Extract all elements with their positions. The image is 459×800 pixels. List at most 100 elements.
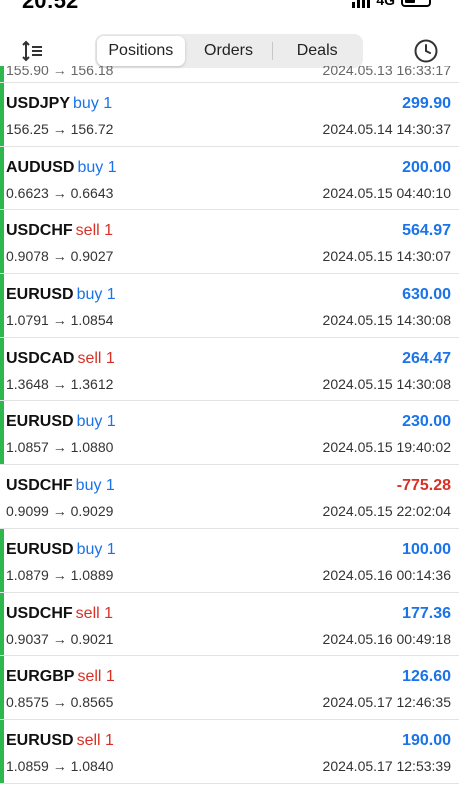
deal-profit: 200.00	[402, 158, 451, 176]
deal-symbol: EURUSD buy 1	[6, 286, 116, 304]
list-item[interactable]: EURGBP sell 1 0.8575 → 0.8565 126.60 2024.05…	[0, 656, 459, 720]
deal-prices: 0.8575 → 0.8565	[6, 694, 114, 711]
deal-side: buy 1	[73, 95, 113, 112]
list-item[interactable]: USDCHF sell 1 0.9078 → 0.9027 564.97 2024.05…	[0, 210, 459, 275]
list-item[interactable]: USDCAD sell 1 1.3648 → 1.3612 264.47 2024.05…	[0, 337, 459, 402]
symbol-label: AUDUSD	[6, 158, 75, 176]
deal-side: sell 1	[76, 731, 114, 749]
list-item[interactable]: USDJPY buy 1 156.25 → 156.72 299.90 2024.05.…	[0, 83, 459, 147]
deal-time: 2024.05.17 12:53:39	[322, 757, 451, 774]
row-indicator	[0, 146, 4, 210]
row-indicator	[0, 83, 4, 146]
deal-symbol: USDCHF sell 1	[6, 222, 113, 240]
deal-side: buy 1	[76, 413, 116, 431]
deal-symbol: EURGBP sell 1	[6, 668, 115, 686]
network-label: 4G	[376, 0, 395, 8]
deals-list: 155.90 → 156.18 2024.05.13 16:33:17 USDJ…	[0, 66, 459, 800]
deal-time: 2024.05.15 04:40:10	[322, 184, 451, 201]
row-indicator	[0, 656, 4, 719]
deal-profit: 190.00	[402, 731, 451, 749]
deal-side: sell 1	[75, 222, 114, 240]
row-indicator	[0, 337, 4, 401]
deal-side: sell 1	[77, 668, 115, 686]
signal-icon	[352, 0, 371, 8]
deal-side: buy 1	[77, 158, 117, 176]
list-item[interactable]: EURUSD buy 1 1.0791 → 1.0854 630.00 2024.05.…	[0, 274, 459, 338]
deal-side: buy 1	[76, 286, 116, 304]
deal-time: 2024.05.16 00:49:18	[322, 630, 451, 647]
row-indicator	[0, 592, 4, 656]
status-time: 20:52	[22, 0, 79, 13]
sort-icon[interactable]	[20, 38, 46, 64]
row-indicator	[0, 528, 4, 592]
battery-icon	[401, 0, 431, 7]
deal-profit: 630.00	[402, 286, 451, 304]
deal-profit: 177.36	[402, 604, 451, 622]
history-clock-icon[interactable]	[413, 38, 439, 64]
list-item[interactable]: EURUSD buy 1 1.0857 → 1.0880 230.00 2024.05.…	[0, 401, 459, 466]
deal-symbol: EURUSD sell 1	[6, 732, 114, 750]
deal-prices: 0.9037 → 0.9021	[6, 630, 114, 647]
deal-prices: 1.0791 → 1.0854	[6, 312, 114, 329]
row-indicator	[0, 465, 4, 528]
status-bar: 20:52 4G	[0, 0, 459, 14]
tab-switcher: Positions Orders Deals	[95, 34, 363, 68]
deal-profit: 299.90	[402, 95, 451, 112]
symbol-label: EURUSD	[6, 731, 74, 749]
row-indicator	[0, 274, 4, 337]
deal-time: 2024.05.15 14:30:08	[322, 312, 451, 329]
deal-symbol: AUDUSD buy 1	[6, 159, 117, 177]
symbol-label: USDCHF	[6, 477, 73, 495]
deal-side: buy 1	[76, 540, 116, 558]
deal-prices: 155.90 → 156.18	[6, 66, 114, 78]
deal-prices: 1.3648 → 1.3612	[6, 375, 114, 392]
deal-profit: -775.28	[396, 477, 451, 495]
list-item[interactable]: EURUSD buy 1 1.0879 → 1.0889 100.00 2024.05.…	[0, 528, 459, 593]
deal-profit: 564.97	[402, 222, 451, 240]
deal-symbol: EURUSD buy 1	[6, 413, 116, 431]
row-indicator	[0, 210, 4, 274]
deal-profit: 100.00	[402, 540, 451, 558]
deal-time: 2024.05.15 14:30:08	[322, 375, 451, 392]
symbol-label: USDCHF	[6, 604, 73, 622]
status-indicators: 4G	[352, 0, 431, 8]
row-indicator	[0, 66, 4, 82]
deal-time: 2024.05.15 22:02:04	[322, 503, 451, 520]
deal-time: 2024.05.13 16:33:17	[322, 66, 451, 78]
deal-symbol: USDCHF sell 1	[6, 605, 113, 623]
list-item[interactable]: EURUSD sell 1 1.0859 → 1.0840 190.00 2024.05…	[0, 719, 459, 784]
symbol-label: USDCAD	[6, 349, 75, 367]
symbol-label: EURUSD	[6, 540, 74, 558]
deal-symbol: USDCAD sell 1	[6, 350, 115, 368]
symbol-label: USDJPY	[6, 95, 71, 112]
deal-prices: 0.9078 → 0.9027	[6, 248, 114, 265]
tab-positions[interactable]: Positions	[97, 36, 185, 66]
list-item[interactable]: USDCHF sell 1 0.9037 → 0.9021 177.36 2024.05…	[0, 592, 459, 657]
deal-time: 2024.05.15 19:40:02	[322, 439, 451, 456]
symbol-label: EURGBP	[6, 668, 75, 686]
deal-profit: 264.47	[402, 349, 451, 367]
deal-time: 2024.05.17 12:46:35	[322, 694, 451, 711]
deal-profit: 230.00	[402, 413, 451, 431]
deal-prices: 1.0857 → 1.0880	[6, 439, 114, 456]
deal-profit: 126.60	[402, 668, 451, 686]
deal-prices: 0.6623 → 0.6643	[6, 184, 114, 201]
tab-orders[interactable]: Orders	[185, 36, 273, 66]
deal-symbol: USDCHF buy 1	[6, 477, 115, 495]
list-item[interactable]: USDCHF buy 1 0.9099 → 0.9029 -775.28 2024.05…	[0, 465, 459, 529]
deal-symbol: USDJPY buy 1	[6, 95, 112, 113]
symbol-label: EURUSD	[6, 413, 74, 431]
symbol-label: USDCHF	[6, 222, 73, 240]
symbol-label: EURUSD	[6, 286, 74, 304]
list-item[interactable]: 155.90 → 156.18 2024.05.13 16:33:17	[0, 66, 459, 83]
deal-symbol: EURUSD buy 1	[6, 541, 116, 559]
deal-side: sell 1	[75, 604, 114, 622]
deal-prices: 1.0859 → 1.0840	[6, 757, 114, 774]
deal-prices: 156.25 → 156.72	[6, 121, 114, 137]
deal-time: 2024.05.14 14:30:37	[322, 121, 451, 137]
row-indicator	[0, 719, 4, 783]
list-item[interactable]: AUDUSD buy 1 0.6623 → 0.6643 200.00 2024.05.…	[0, 146, 459, 211]
deal-prices: 1.0879 → 1.0889	[6, 566, 114, 583]
deal-side: sell 1	[77, 349, 115, 367]
tab-deals[interactable]: Deals	[273, 36, 361, 66]
